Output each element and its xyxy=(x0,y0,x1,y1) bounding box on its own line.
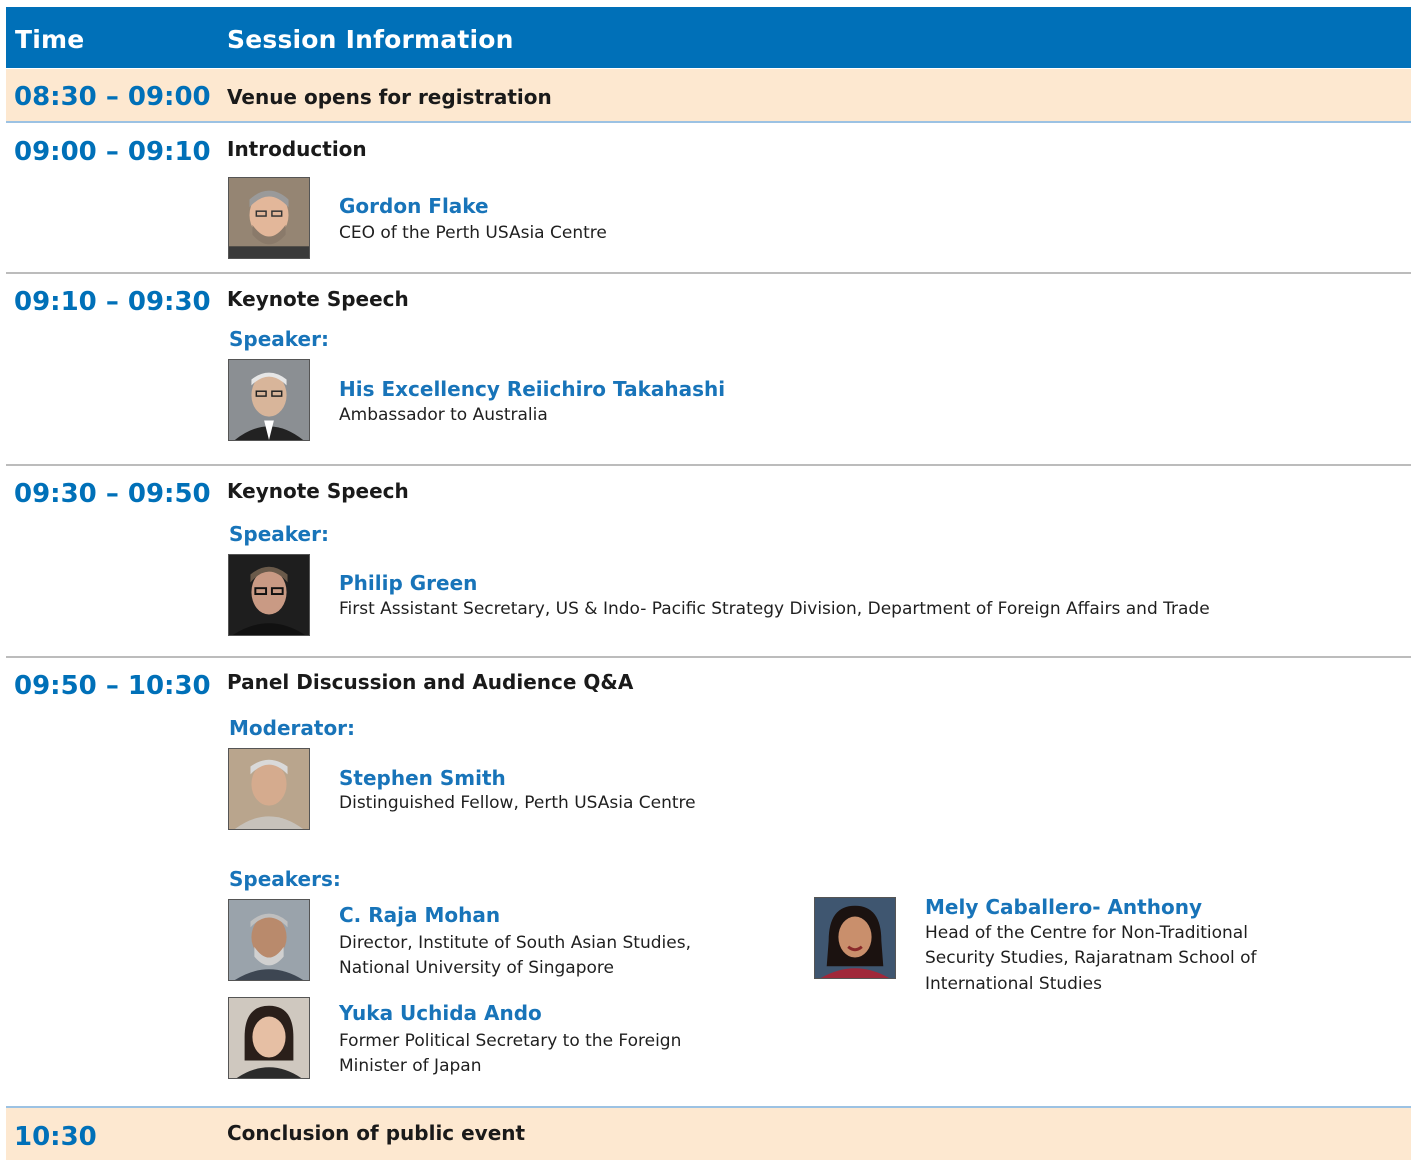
speaker-photo xyxy=(228,359,310,441)
speaker-title-line: Director, Institute of South Asian Studi… xyxy=(339,933,691,953)
speaker-title-line: Former Political Secretary to the Foreig… xyxy=(339,1031,682,1051)
speaker-title: Ambassador to Australia xyxy=(339,405,548,425)
speaker-photo xyxy=(228,899,310,981)
speaker-name: C. Raja Mohan xyxy=(339,903,501,927)
portrait-photo-icon xyxy=(229,749,309,829)
session-title: Keynote Speech xyxy=(227,287,409,311)
portrait-photo-icon xyxy=(815,898,895,978)
row-divider xyxy=(6,121,1411,123)
speaker-photo xyxy=(228,554,310,636)
speaker-photo xyxy=(814,897,896,979)
session-title: Conclusion of public event xyxy=(227,1121,526,1145)
session-time: 09:10 – 09:30 xyxy=(14,287,211,317)
role-label: Speaker: xyxy=(229,522,329,546)
portrait-photo-icon xyxy=(229,900,309,980)
session-time: 09:00 – 09:10 xyxy=(14,137,211,167)
moderator-label: Moderator: xyxy=(229,716,356,740)
portrait-photo-icon xyxy=(229,178,309,258)
speaker-name: Philip Green xyxy=(339,571,478,595)
speaker-name: Yuka Uchida Ando xyxy=(339,1001,542,1025)
moderator-name: Stephen Smith xyxy=(339,766,506,790)
session-row-registration xyxy=(6,69,1411,121)
speaker-title-line: International Studies xyxy=(925,974,1102,994)
speaker-title-line: Minister of Japan xyxy=(339,1056,482,1076)
session-title: Keynote Speech xyxy=(227,479,409,503)
session-row-conclusion xyxy=(6,1108,1411,1160)
speaker-name: His Excellency Reiichiro Takahashi xyxy=(339,377,726,401)
speaker-title-line: National University of Singapore xyxy=(339,958,614,978)
table-header: Time Session Information xyxy=(6,7,1411,68)
header-time-label: Time xyxy=(15,25,85,54)
session-time: 08:30 – 09:00 xyxy=(14,82,211,112)
header-session-label: Session Information xyxy=(227,25,514,54)
speaker-photo xyxy=(228,997,310,1079)
moderator-title: Distinguished Fellow, Perth USAsia Centr… xyxy=(339,793,696,813)
row-divider xyxy=(6,656,1411,658)
role-label: Speaker: xyxy=(229,327,329,351)
speaker-name: Gordon Flake xyxy=(339,194,489,218)
portrait-photo-icon xyxy=(229,360,309,440)
speaker-title: First Assistant Secretary, US & Indo- Pa… xyxy=(339,599,1210,619)
session-time: 10:30 xyxy=(14,1122,97,1152)
portrait-photo-icon xyxy=(229,998,309,1078)
session-title: Venue opens for registration xyxy=(227,85,552,109)
session-title: Introduction xyxy=(227,137,367,161)
row-divider xyxy=(6,464,1411,466)
speaker-title-line: Head of the Centre for Non-Traditional xyxy=(925,923,1248,943)
speaker-name: Mely Caballero- Anthony xyxy=(925,895,1202,919)
portrait-photo-icon xyxy=(229,555,309,635)
speaker-photo xyxy=(228,177,310,259)
agenda-table: Time Session Information 08:30 – 09:00 V… xyxy=(6,0,1411,1160)
session-title: Panel Discussion and Audience Q&A xyxy=(227,670,634,694)
session-time: 09:50 – 10:30 xyxy=(14,671,211,701)
row-divider xyxy=(6,272,1411,274)
speaker-title: CEO of the Perth USAsia Centre xyxy=(339,223,607,243)
session-time: 09:30 – 09:50 xyxy=(14,479,211,509)
speaker-title-line: Security Studies, Rajaratnam School of xyxy=(925,948,1257,968)
speakers-label: Speakers: xyxy=(229,867,341,891)
moderator-photo xyxy=(228,748,310,830)
